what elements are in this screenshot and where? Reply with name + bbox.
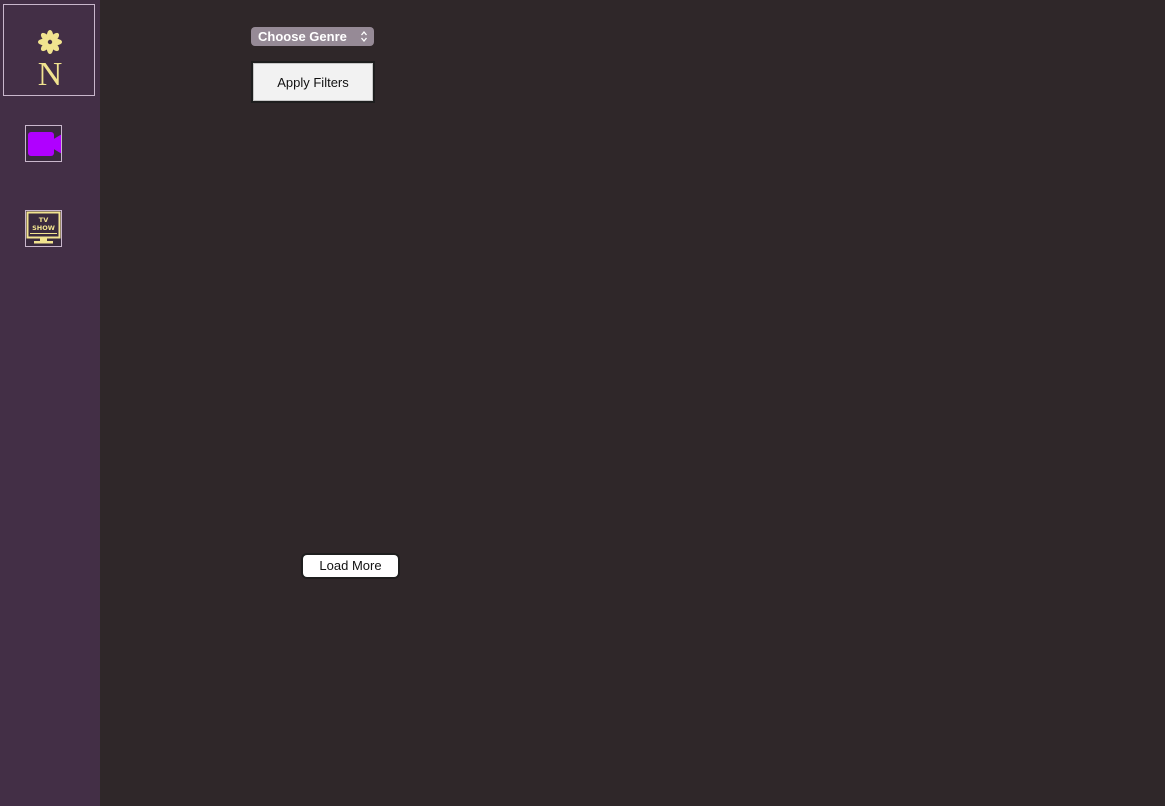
load-more-button[interactable]: Load More	[303, 555, 398, 577]
select-arrows-icon	[361, 30, 367, 43]
video-camera-icon	[28, 132, 61, 156]
sidebar-item-movies[interactable]	[25, 125, 62, 162]
sidebar-item-tv-shows[interactable]: TV SHOW	[25, 210, 62, 247]
apply-filters-button[interactable]: Apply Filters	[253, 63, 373, 101]
sidebar: N TV SHOW	[0, 0, 100, 806]
genre-select-value: Choose Genre	[258, 29, 347, 44]
main-content: Choose Genre Apply Filters Load More	[100, 0, 1165, 806]
genre-select[interactable]: Choose Genre	[251, 27, 374, 46]
tv-show-label: SHOW	[32, 224, 55, 232]
home-logo[interactable]: N	[3, 4, 95, 96]
tv-show-label: TV	[39, 216, 48, 224]
tv-show-icon: TV SHOW	[26, 211, 61, 244]
flower-logo-icon: N	[38, 30, 63, 93]
logo-letter: N	[38, 56, 63, 93]
